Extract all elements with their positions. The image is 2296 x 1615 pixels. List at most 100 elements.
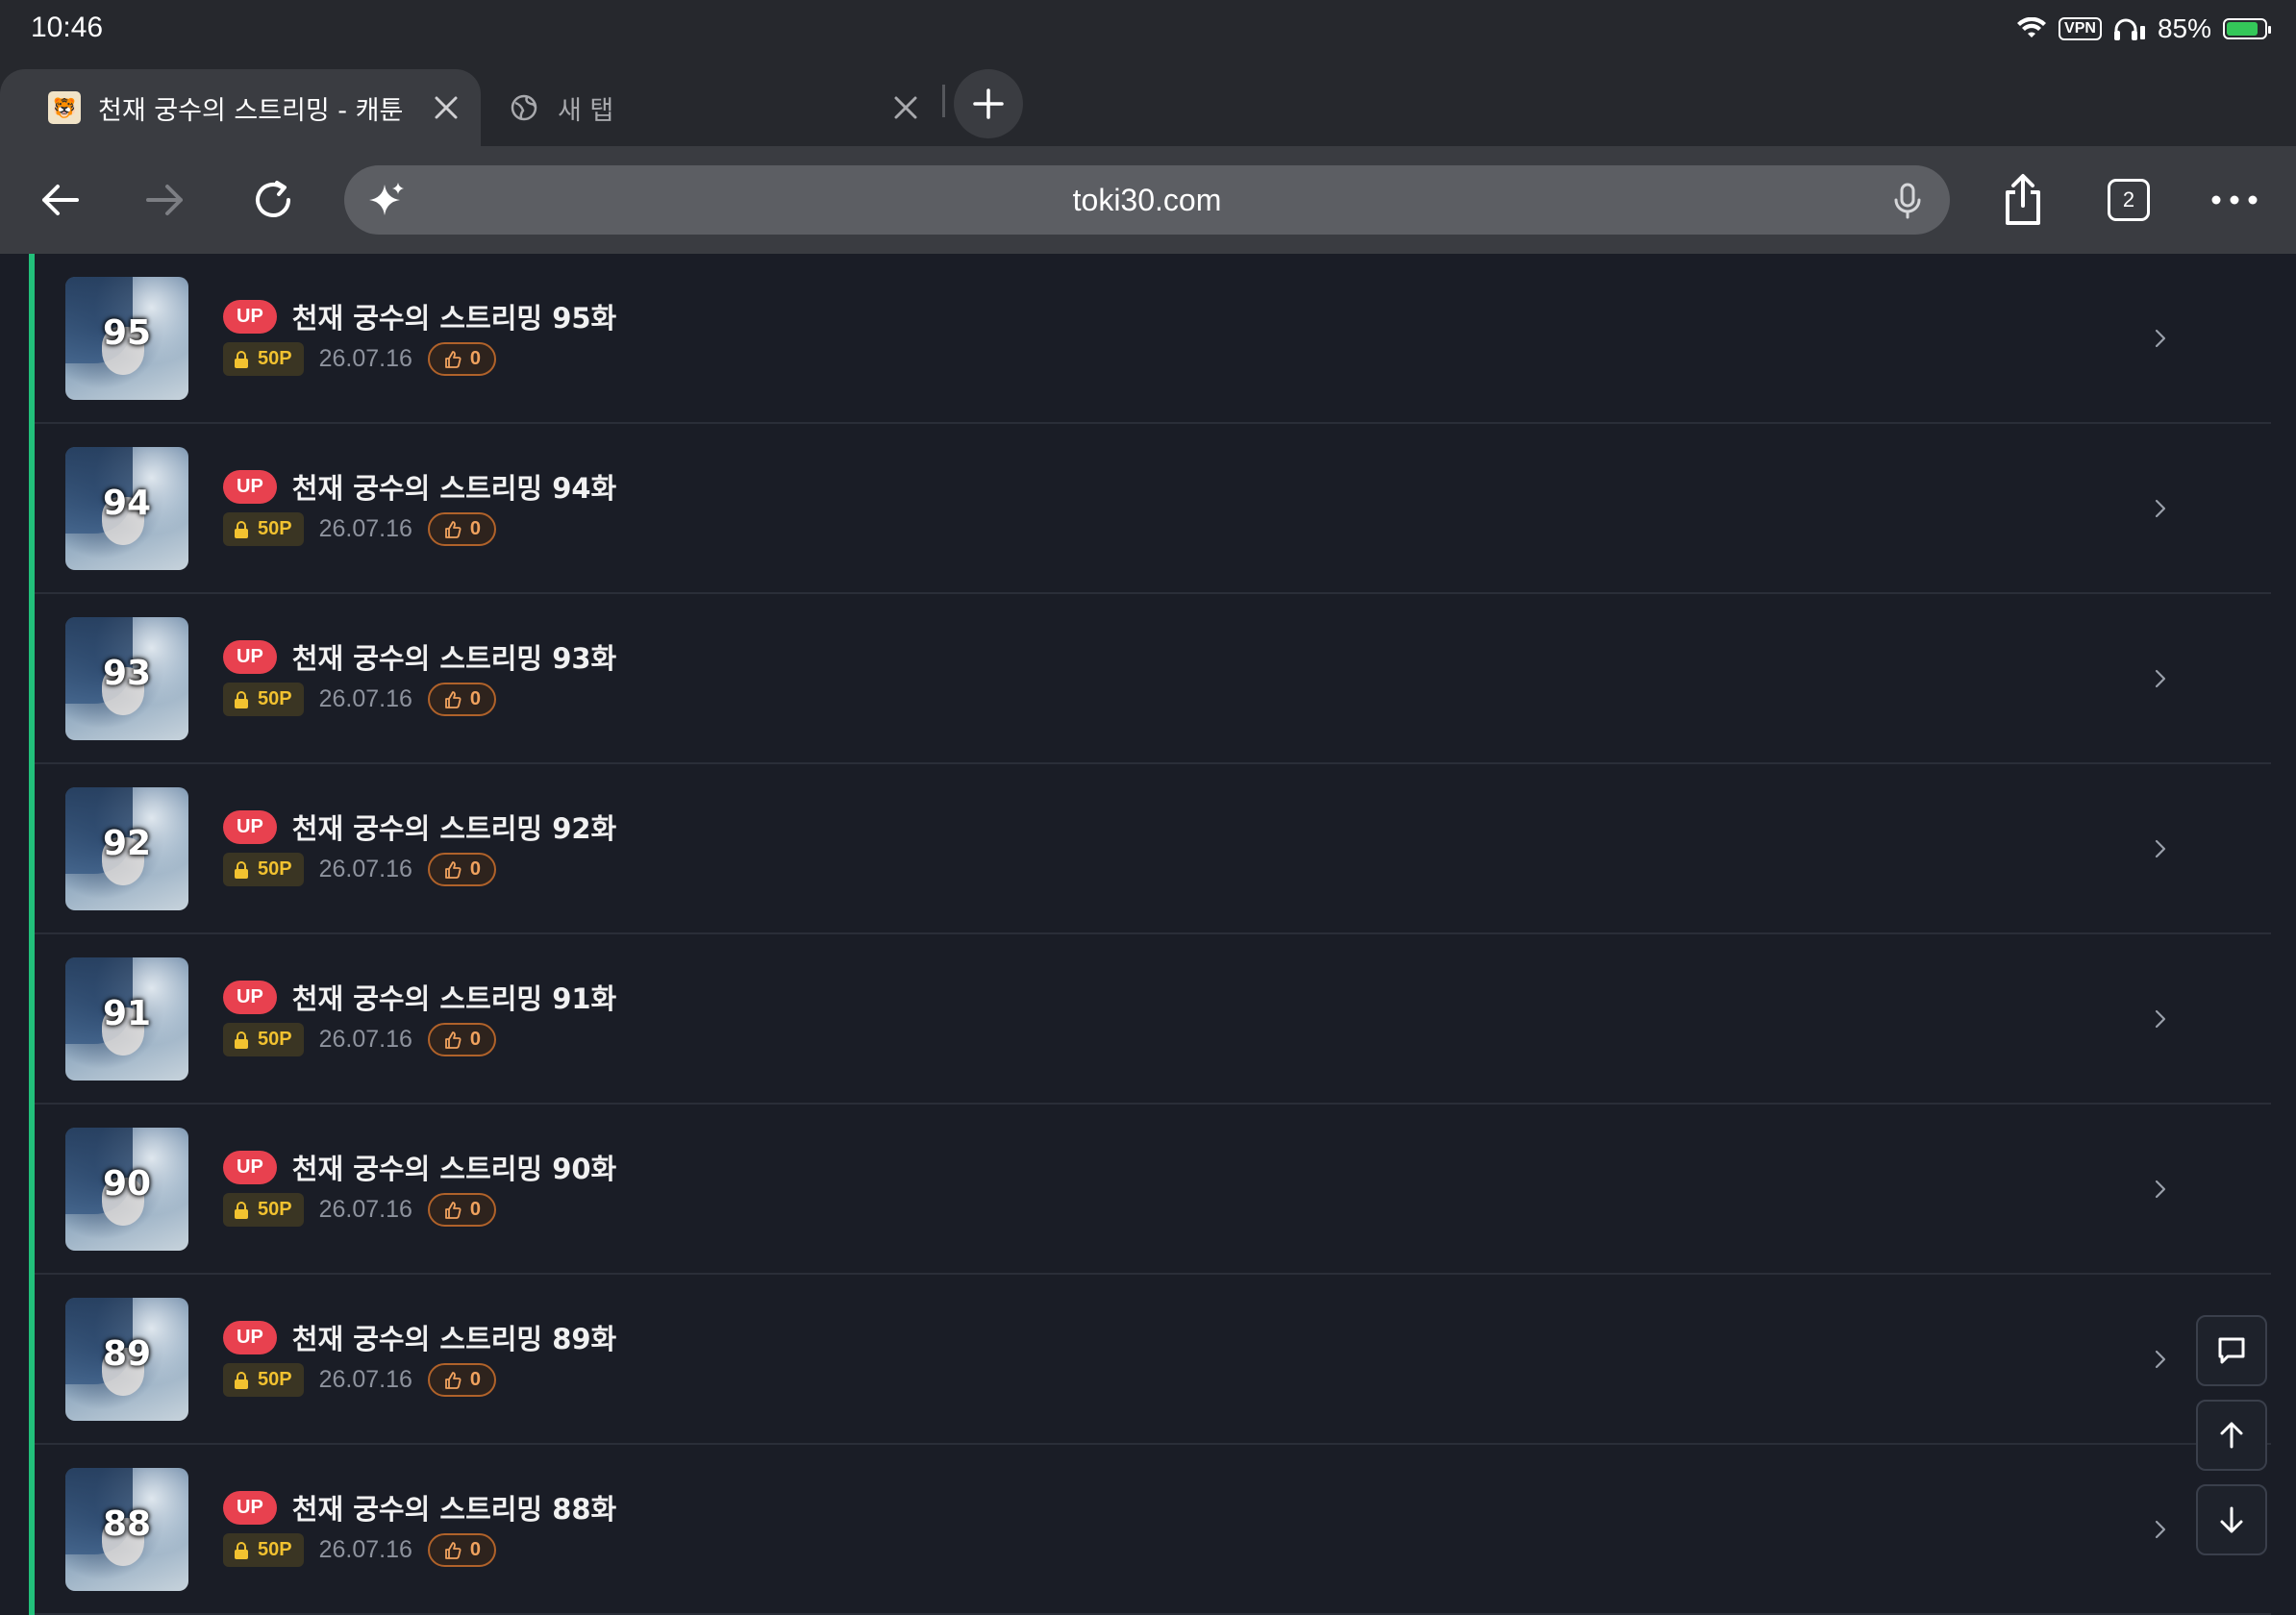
thumbnail-number: 92 xyxy=(102,824,152,863)
episode-row[interactable]: 95 UP 천재 궁수의 스트리밍 95화 50P 26.07.16 0 xyxy=(35,254,2271,424)
episode-row[interactable]: 92 UP 천재 궁수의 스트리밍 92화 50P 26.07.16 0 xyxy=(35,764,2271,934)
episode-thumbnail[interactable]: 93 xyxy=(65,617,188,740)
comment-button[interactable] xyxy=(2196,1315,2267,1386)
close-icon[interactable] xyxy=(888,90,923,125)
episode-title[interactable]: 천재 궁수의 스트리밍 90화 xyxy=(292,1147,616,1187)
price-badge: 50P xyxy=(223,342,304,376)
episode-thumbnail[interactable]: 90 xyxy=(65,1128,188,1251)
arrow-down-icon xyxy=(2220,1506,2243,1533)
episode-meta: 50P 26.07.16 0 xyxy=(223,1023,497,1056)
chevron-right-icon[interactable] xyxy=(2148,1007,2171,1031)
price-value: 50P xyxy=(258,858,292,880)
arrow-left-icon xyxy=(42,185,79,215)
episode-title[interactable]: 천재 궁수의 스트리밍 89화 xyxy=(292,1317,616,1357)
tab-separator xyxy=(942,85,945,117)
episode-date: 26.07.16 xyxy=(318,685,412,712)
episode-thumbnail[interactable]: 91 xyxy=(65,957,188,1081)
episode-title-line: UP 천재 궁수의 스트리밍 93화 xyxy=(223,636,616,677)
price-badge: 50P xyxy=(223,683,304,716)
episode-thumbnail[interactable]: 92 xyxy=(65,787,188,910)
up-badge: UP xyxy=(223,1320,277,1354)
episode-date: 26.07.16 xyxy=(318,345,412,372)
episode-title[interactable]: 천재 궁수의 스트리밍 94화 xyxy=(292,466,616,507)
chevron-right-icon[interactable] xyxy=(2148,327,2171,350)
url-text[interactable]: toki30.com xyxy=(344,183,1950,218)
chevron-right-icon[interactable] xyxy=(2148,1518,2171,1541)
arrow-up-icon xyxy=(2220,1422,2243,1449)
share-icon xyxy=(2006,174,2040,225)
lock-icon xyxy=(235,1031,248,1049)
episode-title-line: UP 천재 궁수의 스트리밍 92화 xyxy=(223,807,616,847)
episode-title[interactable]: 천재 궁수의 스트리밍 88화 xyxy=(292,1487,616,1528)
close-icon[interactable] xyxy=(429,90,463,125)
battery-percent: 85% xyxy=(2157,13,2211,43)
chevron-right-icon[interactable] xyxy=(2148,497,2171,520)
likes-count: 0 xyxy=(469,348,482,369)
lock-icon xyxy=(235,1541,248,1559)
price-value: 50P xyxy=(258,1539,292,1560)
chevron-right-icon[interactable] xyxy=(2148,837,2171,860)
likes-count: 0 xyxy=(469,1199,482,1220)
episode-row[interactable]: 94 UP 천재 궁수의 스트리밍 94화 50P 26.07.16 0 xyxy=(35,424,2271,594)
episode-thumbnail[interactable]: 95 xyxy=(65,277,188,400)
scroll-bottom-button[interactable] xyxy=(2196,1484,2267,1555)
tab-active[interactable]: 🐯 천재 궁수의 스트리밍 - 캐툰 xyxy=(0,69,481,146)
price-value: 50P xyxy=(258,1369,292,1390)
price-badge: 50P xyxy=(223,512,304,546)
thumbs-up-icon xyxy=(445,690,462,708)
tabs-overview-button[interactable]: 2 xyxy=(2102,173,2156,227)
episode-row[interactable]: 91 UP 천재 궁수의 스트리밍 91화 50P 26.07.16 0 xyxy=(35,934,2271,1105)
reload-button[interactable] xyxy=(246,173,300,227)
episode-title-line: UP 천재 궁수의 스트리밍 88화 xyxy=(223,1487,616,1528)
tab-new[interactable]: 새 탭 xyxy=(500,69,933,146)
episode-row[interactable]: 89 UP 천재 궁수의 스트리밍 89화 50P 26.07.16 0 xyxy=(35,1275,2271,1445)
new-tab-button[interactable] xyxy=(954,69,1023,138)
episode-thumbnail[interactable]: 88 xyxy=(65,1468,188,1591)
lock-icon xyxy=(235,1371,248,1389)
comment-icon xyxy=(2218,1337,2245,1364)
episode-thumbnail[interactable]: 94 xyxy=(65,447,188,570)
episode-row[interactable]: 88 UP 천재 궁수의 스트리밍 88화 50P 26.07.16 0 xyxy=(35,1445,2271,1615)
likes-count: 0 xyxy=(469,688,482,709)
likes-badge: 0 xyxy=(427,1193,497,1227)
episode-title-line: UP 천재 궁수의 스트리밍 91화 xyxy=(223,977,616,1017)
forward-button[interactable] xyxy=(138,173,192,227)
reload-icon xyxy=(256,181,290,217)
status-time: 10:46 xyxy=(31,12,104,43)
chevron-right-icon[interactable] xyxy=(2148,1178,2171,1201)
up-badge: UP xyxy=(223,1150,277,1184)
thumbs-up-icon xyxy=(445,350,462,368)
more-menu-button[interactable] xyxy=(2208,173,2261,227)
likes-count: 0 xyxy=(469,1029,482,1050)
episode-meta: 50P 26.07.16 0 xyxy=(223,342,497,376)
episode-meta: 50P 26.07.16 0 xyxy=(223,853,497,886)
likes-badge: 0 xyxy=(427,683,497,716)
scroll-top-button[interactable] xyxy=(2196,1400,2267,1471)
episode-title[interactable]: 천재 궁수의 스트리밍 91화 xyxy=(292,977,616,1017)
chevron-right-icon[interactable] xyxy=(2148,1348,2171,1371)
share-button[interactable] xyxy=(1996,173,2050,227)
price-value: 50P xyxy=(258,1199,292,1220)
episode-date: 26.07.16 xyxy=(318,1366,412,1393)
episode-thumbnail[interactable]: 89 xyxy=(65,1298,188,1421)
episode-meta: 50P 26.07.16 0 xyxy=(223,1533,497,1567)
price-value: 50P xyxy=(258,1029,292,1050)
url-bar[interactable]: toki30.com xyxy=(344,165,1950,235)
price-badge: 50P xyxy=(223,1363,304,1397)
likes-badge: 0 xyxy=(427,1363,497,1397)
episode-title[interactable]: 천재 궁수의 스트리밍 92화 xyxy=(292,807,616,847)
likes-badge: 0 xyxy=(427,1023,497,1056)
episode-row[interactable]: 90 UP 천재 궁수의 스트리밍 90화 50P 26.07.16 0 xyxy=(35,1105,2271,1275)
microphone-icon[interactable] xyxy=(1886,179,1929,221)
more-icon xyxy=(2211,195,2258,205)
arrow-right-icon xyxy=(146,185,183,215)
vpn-indicator: VPN xyxy=(2059,17,2102,40)
episode-title[interactable]: 천재 궁수의 스트리밍 93화 xyxy=(292,636,616,677)
chevron-right-icon[interactable] xyxy=(2148,667,2171,690)
back-button[interactable] xyxy=(33,173,87,227)
episode-title[interactable]: 천재 궁수의 스트리밍 95화 xyxy=(292,296,616,336)
episode-meta: 50P 26.07.16 0 xyxy=(223,1363,497,1397)
episode-row[interactable]: 93 UP 천재 궁수의 스트리밍 93화 50P 26.07.16 0 xyxy=(35,594,2271,764)
lock-icon xyxy=(235,1201,248,1219)
thumbnail-number: 93 xyxy=(102,654,152,693)
